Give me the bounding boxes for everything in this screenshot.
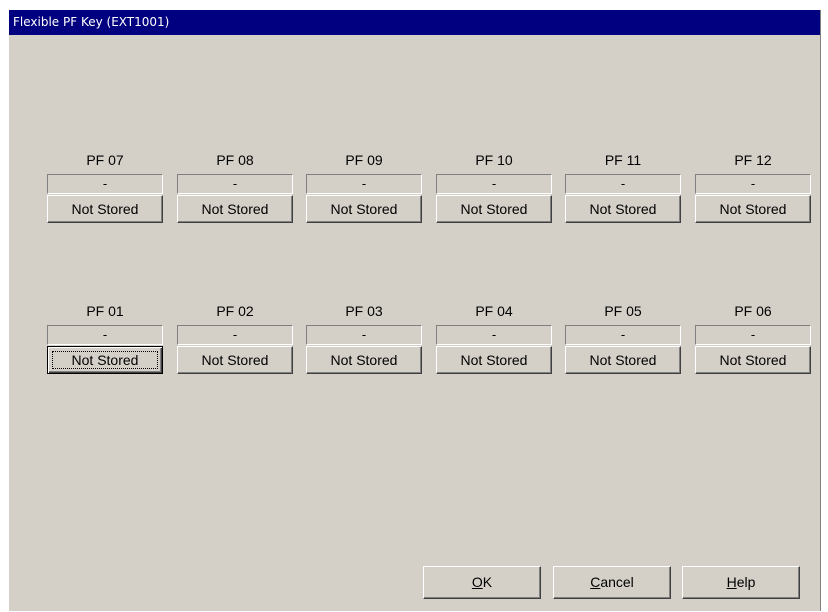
pf-04-store-button[interactable]: Not Stored: [436, 346, 552, 374]
pf-04-label: PF 04: [475, 303, 513, 319]
pf-03-label: PF 03: [345, 303, 383, 319]
pf-11-label: PF 11: [604, 152, 642, 168]
pf-06-store-button[interactable]: Not Stored: [695, 346, 811, 374]
pf-07-value: -: [47, 174, 163, 194]
title-bar: Flexible PF Key (EXT1001): [9, 10, 820, 35]
ok-mnemonic: O: [471, 574, 483, 590]
pf-06-label: PF 06: [734, 303, 772, 319]
pf-09-value: -: [306, 174, 422, 194]
cancel-label-rest: ancel: [600, 574, 634, 590]
pf-11-value: -: [565, 174, 681, 194]
pf-08-value: -: [177, 174, 293, 194]
pf-12-store-button[interactable]: Not Stored: [695, 195, 811, 223]
help-button[interactable]: Help: [682, 566, 800, 599]
ok-label-rest: K: [482, 574, 493, 590]
pf-06-value: -: [695, 325, 811, 345]
pf-01-value: -: [47, 325, 163, 345]
pf-10-store-button[interactable]: Not Stored: [436, 195, 552, 223]
pf-11-store-button[interactable]: Not Stored: [565, 195, 681, 223]
pf-05-label: PF 05: [604, 303, 642, 319]
pf-08-store-button[interactable]: Not Stored: [177, 195, 293, 223]
pf-09-label: PF 09: [345, 152, 383, 168]
help-mnemonic: H: [726, 574, 737, 590]
pf-12-value: -: [695, 174, 811, 194]
pf-09-store-button[interactable]: Not Stored: [306, 195, 422, 223]
cancel-mnemonic: C: [590, 574, 601, 590]
pf-12-label: PF 12: [734, 152, 772, 168]
pf-07-label: PF 07: [86, 152, 124, 168]
pf-02-label: PF 02: [216, 303, 254, 319]
pf-01-label: PF 01: [86, 303, 124, 319]
pf-02-value: -: [177, 325, 293, 345]
ok-button[interactable]: OK: [423, 566, 541, 599]
pf-03-value: -: [306, 325, 422, 345]
pf-07-store-button[interactable]: Not Stored: [47, 195, 163, 223]
pf-05-value: -: [565, 325, 681, 345]
dialog-window: Flexible PF Key (EXT1001) PF 07 - Not St…: [9, 10, 821, 611]
pf-03-store-button[interactable]: Not Stored: [306, 346, 422, 374]
pf-08-label: PF 08: [216, 152, 254, 168]
cancel-button[interactable]: Cancel: [553, 566, 671, 599]
pf-04-value: -: [436, 325, 552, 345]
pf-10-value: -: [436, 174, 552, 194]
pf-10-label: PF 10: [475, 152, 513, 168]
pf-02-store-button[interactable]: Not Stored: [177, 346, 293, 374]
pf-01-store-button[interactable]: Not Stored: [47, 346, 163, 374]
pf-01-store-button-label: Not Stored: [71, 352, 139, 368]
pf-05-store-button[interactable]: Not Stored: [565, 346, 681, 374]
help-label-rest: elp: [736, 574, 756, 590]
